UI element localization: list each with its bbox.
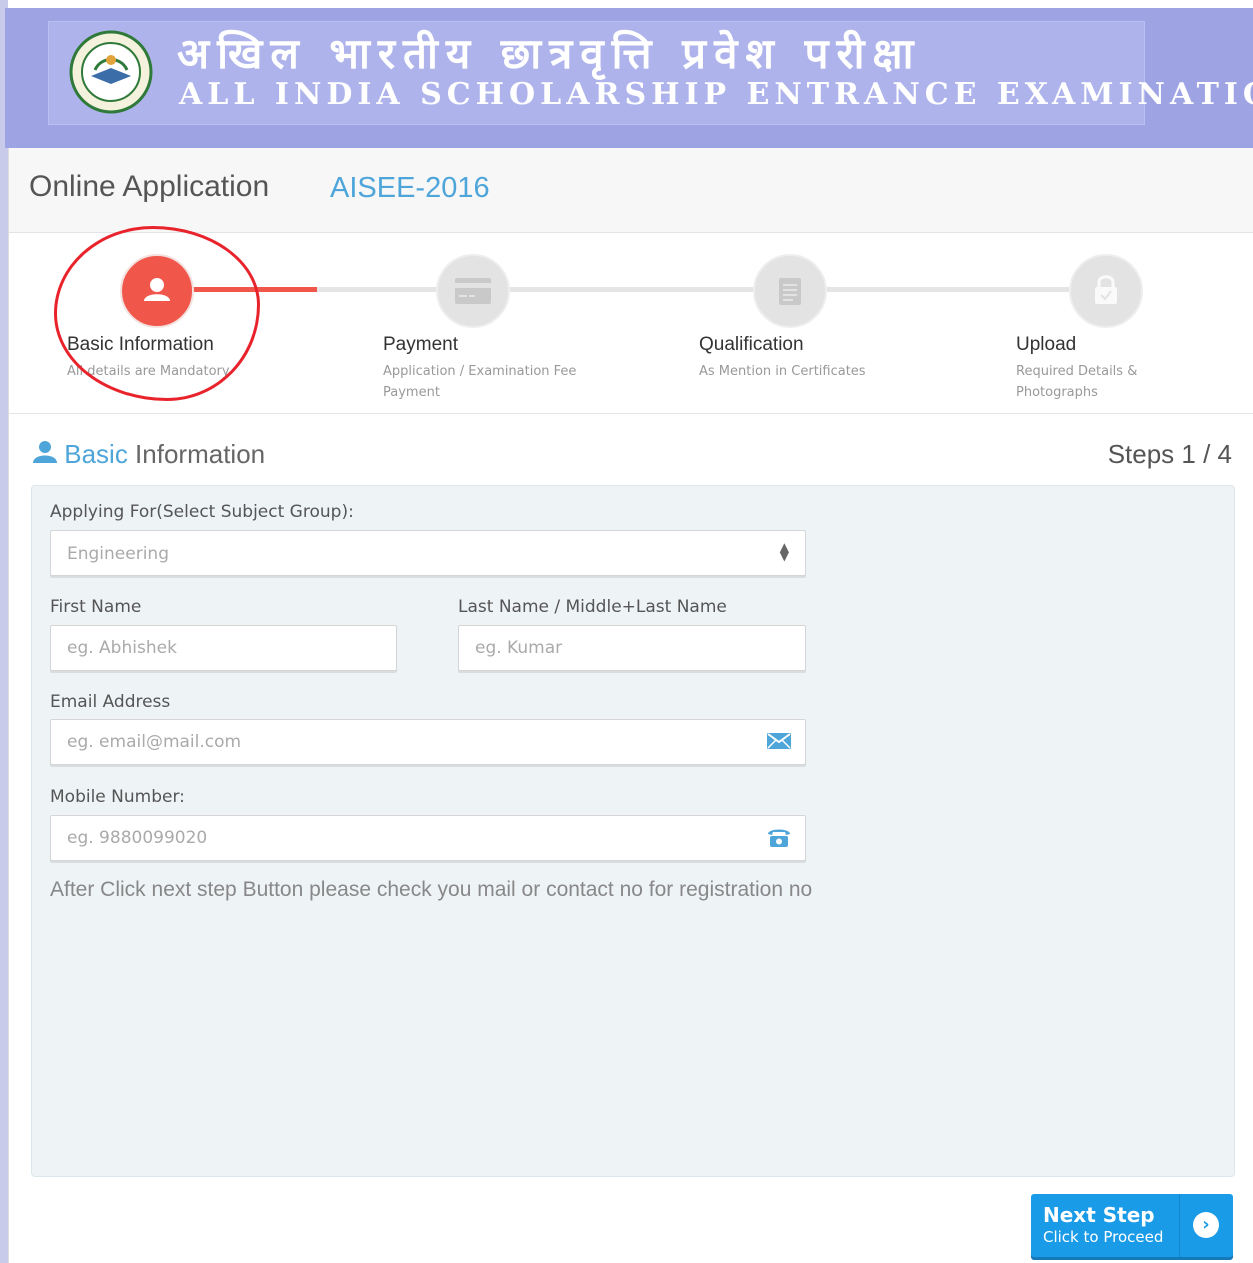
left-edge-strip	[0, 0, 8, 1263]
banner-title-hindi: अखिल भारतीय छात्रवृत्ति प्रवेश परीक्षा	[177, 29, 922, 78]
steps-counter: Steps 1 / 4	[1107, 439, 1232, 469]
step-subtitle: Application / Examination Fee Payment	[383, 364, 577, 400]
email-input[interactable]	[50, 719, 806, 765]
mobile-field-wrapper	[50, 815, 806, 863]
registration-note: After Click next step Button please chec…	[50, 878, 813, 901]
lock-icon	[1095, 275, 1117, 304]
step-subtitle: Required Details & Photographs	[1016, 364, 1138, 400]
select-arrows-icon: ▲ ▼	[779, 540, 789, 563]
section-title: Basic Information	[33, 439, 265, 470]
step-title: Payment	[383, 334, 458, 355]
subject-group-label: Applying For(Select Subject Group):	[50, 502, 354, 522]
user-icon	[33, 441, 57, 463]
step-subtitle: As Mention in Certificates	[699, 364, 866, 379]
chevron-right-icon: ›	[1193, 1212, 1219, 1238]
last-name-input[interactable]	[458, 625, 806, 671]
card-header: Online Application AISEE-2016	[9, 148, 1253, 233]
subject-group-value: Engineering	[67, 544, 169, 564]
step-qualification[interactable]	[753, 254, 827, 328]
email-label: Email Address	[50, 692, 171, 712]
application-card: Online Application AISEE-2016 Basic Info…	[8, 148, 1253, 1263]
section-title-accent: Basic	[64, 439, 128, 469]
phone-icon	[768, 829, 790, 847]
envelope-icon	[767, 733, 791, 749]
subject-group-select[interactable]: Engineering ▲ ▼	[50, 530, 806, 576]
first-name-label: First Name	[50, 597, 142, 617]
email-field-wrapper	[50, 719, 806, 767]
page-title: Online Application	[29, 170, 270, 203]
credit-card-icon	[455, 278, 491, 304]
banner-inner: अखिल भारतीय छात्रवृत्ति प्रवेश परीक्षा A…	[48, 21, 1253, 125]
next-step-button[interactable]: Next Step Click to Proceed ›	[1031, 1194, 1233, 1257]
banner-title-english: ALL INDIA SCHOLARSHIP ENTRANCE EXAMINATI…	[179, 77, 1253, 112]
next-step-sublabel: Click to Proceed	[1043, 1228, 1164, 1246]
exam-name: AISEE-2016	[330, 172, 490, 204]
basic-info-form: Applying For(Select Subject Group): Engi…	[31, 485, 1235, 1177]
step-payment[interactable]	[436, 254, 510, 328]
last-name-label: Last Name / Middle+Last Name	[458, 597, 727, 617]
button-divider	[1179, 1194, 1180, 1257]
step-title: Qualification	[699, 334, 804, 355]
document-icon	[779, 278, 801, 305]
progress-steps: Basic Information All details are Mandat…	[9, 226, 1253, 414]
mobile-label: Mobile Number:	[50, 787, 185, 807]
first-name-input[interactable]	[50, 625, 397, 671]
site-banner: अखिल भारतीय छात्रवृत्ति प्रवेश परीक्षा A…	[5, 8, 1253, 148]
aisee-logo	[69, 30, 153, 114]
mobile-input[interactable]	[50, 815, 806, 861]
step-upload[interactable]	[1069, 254, 1143, 328]
section-title-rest: Information	[135, 439, 266, 469]
next-step-label: Next Step	[1043, 1203, 1155, 1227]
step-title: Upload	[1016, 334, 1077, 355]
